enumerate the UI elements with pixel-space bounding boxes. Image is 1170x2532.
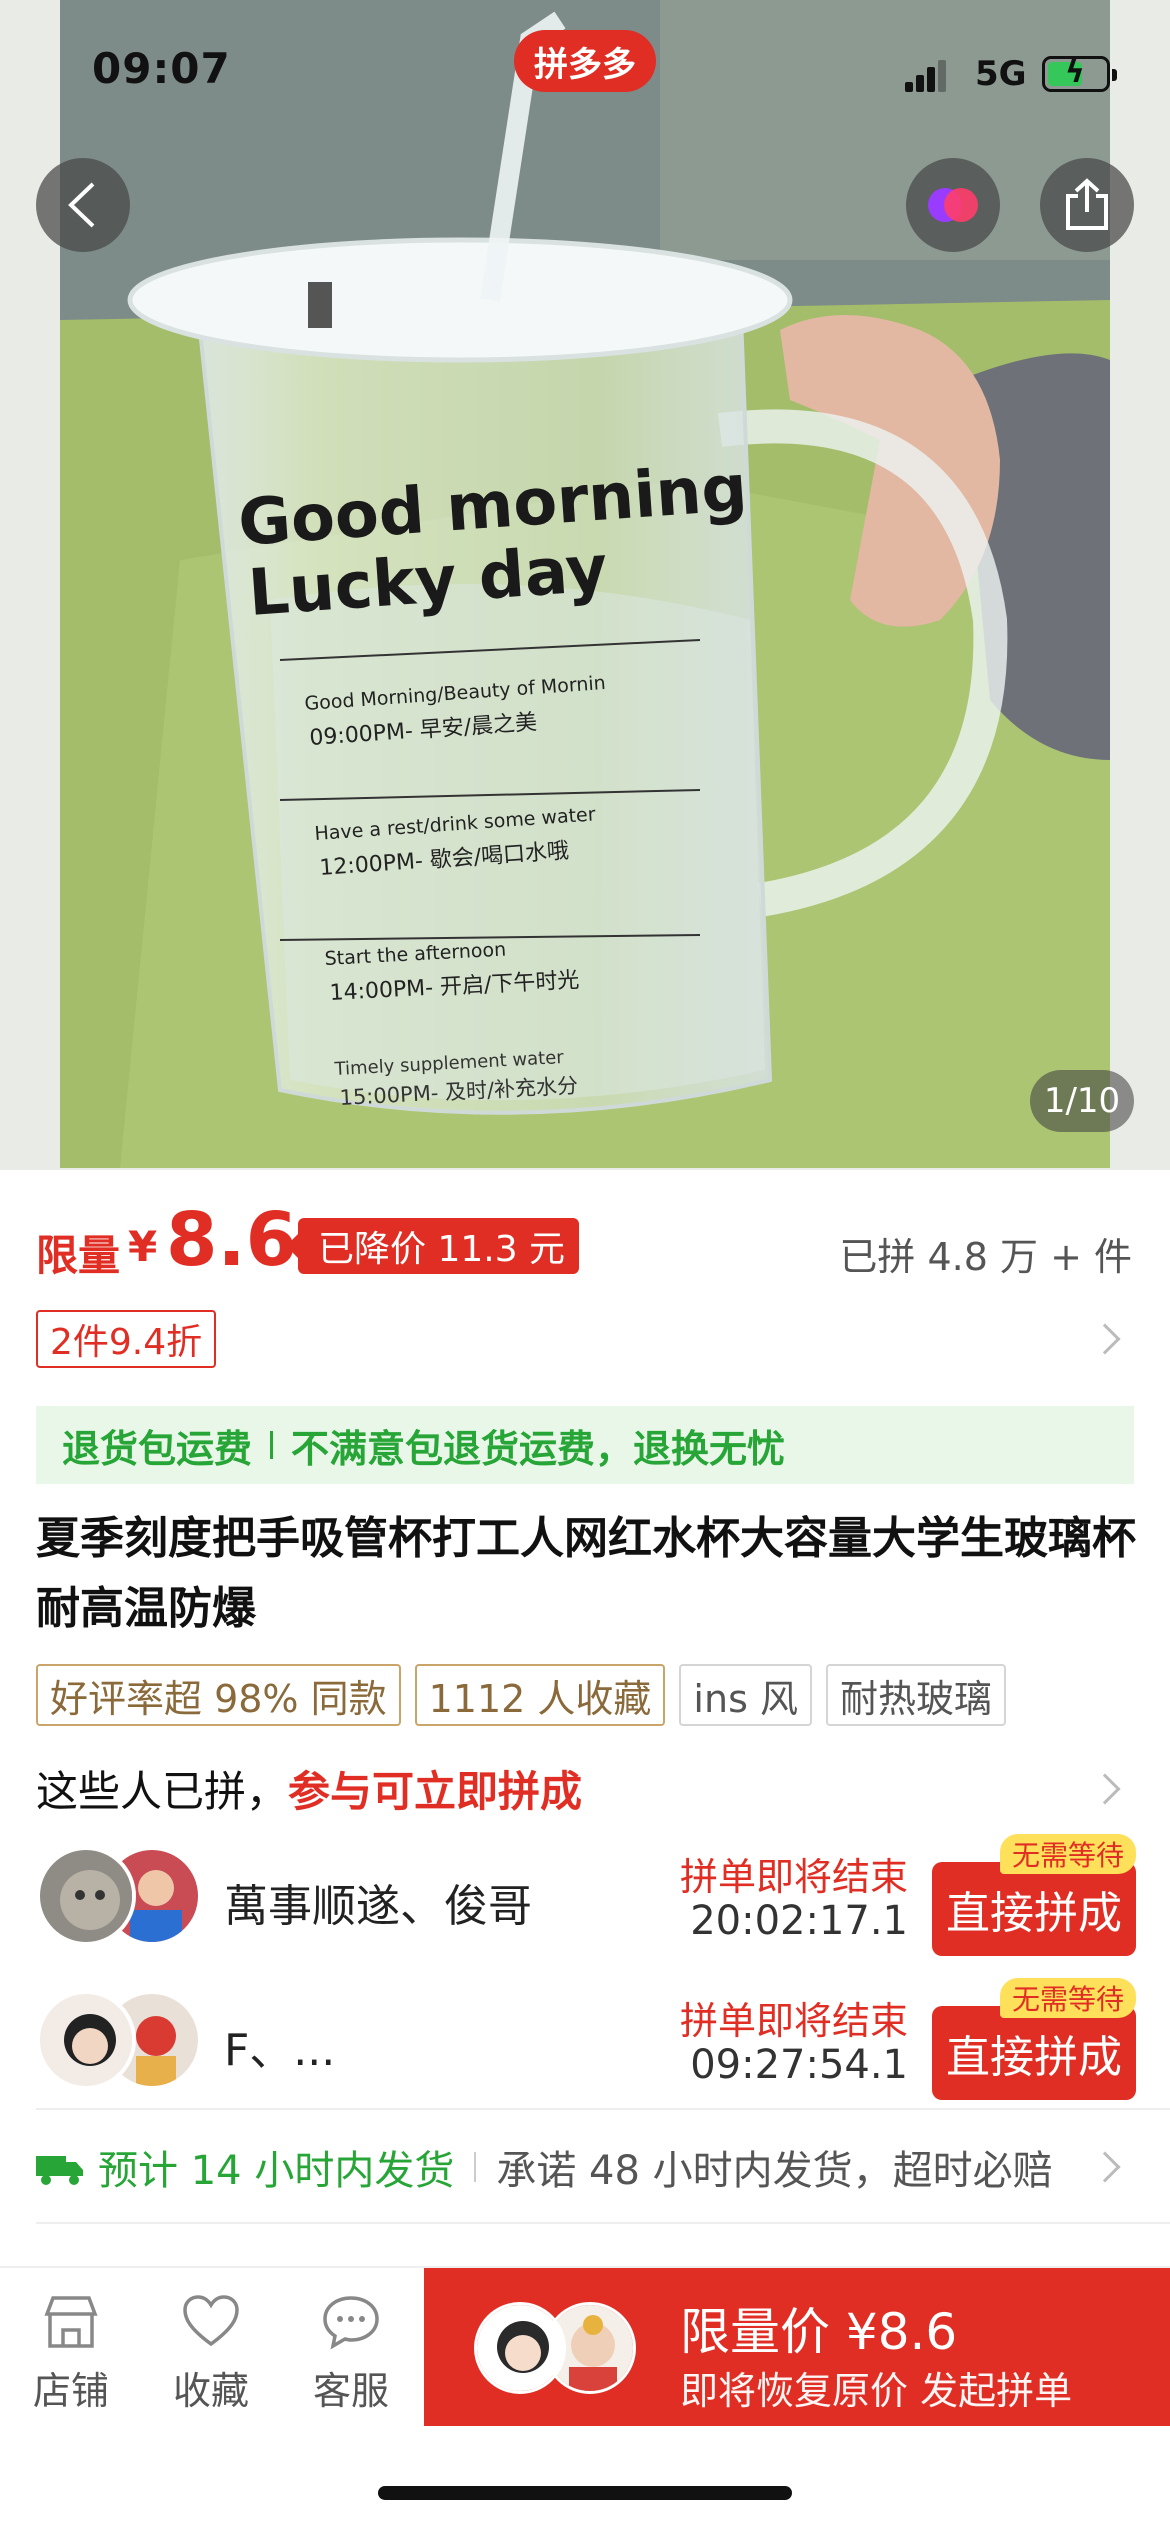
product-image-carousel[interactable]: Good morning Lucky day Good Morning/Beau…: [0, 0, 1170, 1170]
guarantee-separator: [270, 1431, 274, 1459]
limited-label: 限量: [36, 1231, 121, 1280]
service-label: 客服: [312, 2369, 389, 2413]
shipping-estimate: 预计 14 小时内发货: [98, 2148, 455, 2194]
buyer-avatars: [474, 2302, 664, 2398]
group-buy-heading: 这些人已拼，: [36, 1767, 289, 1816]
heart-icon: [181, 2294, 241, 2350]
shipping-separator: [474, 2152, 477, 2182]
back-button[interactable]: [36, 158, 130, 252]
join-group-button[interactable]: 直接拼成: [932, 1862, 1136, 1956]
shipping-row[interactable]: 预计 14 小时内发货 承诺 48 小时内发货，超时必赔: [36, 2130, 1136, 2204]
current-price: 8.6: [166, 1197, 298, 1283]
group-countdown: 20:02:17.1: [690, 1898, 908, 1944]
tag-favorites: 1112 人收藏: [414, 1664, 666, 1726]
group-member-names: 萬事顺遂、俊哥: [224, 1881, 532, 1932]
price-row: 限量 ¥ 8.6 已降价 11.3 元 已拼 4.8 万 + 件: [36, 1200, 1136, 1280]
avatar: [36, 1846, 136, 1946]
group-avatars: [36, 1846, 206, 1946]
sold-count: 已拼 4.8 万 + 件: [839, 1235, 1132, 1279]
guarantee-title: 退货包运费: [62, 1426, 253, 1471]
truck-icon: [36, 2150, 84, 2185]
group-buy-row: F、... 拼单即将结束 09:27:54.1 直接拼成 无需等待: [36, 1978, 1136, 2100]
no-wait-badge: 无需等待: [999, 1978, 1136, 2018]
product-title: 夏季刻度把手吸管杯打工人网红水杯大容量大学生玻璃杯耐高温防爆: [36, 1513, 1136, 1634]
discount-row[interactable]: 2件9.4折: [36, 1310, 1136, 1370]
group-buy-row: 萬事顺遂、俊哥 拼单即将结束 20:02:17.1 直接拼成 无需等待: [36, 1834, 1136, 1956]
status-bar: 09:07 拼多多 5G ϟ: [0, 0, 1170, 150]
currency-symbol: ¥: [128, 1222, 158, 1271]
avatar: [474, 2302, 566, 2394]
join-group-button[interactable]: 直接拼成: [932, 2006, 1136, 2100]
home-indicator: [378, 2486, 792, 2500]
chat-icon: [321, 2294, 381, 2350]
start-group-buy-button[interactable]: 限量价 ¥8.6 即将恢复原价 发起拼单: [424, 2268, 1170, 2426]
battery-icon: ϟ: [1042, 55, 1117, 92]
shop-label: 店铺: [32, 2369, 109, 2413]
group-countdown: 09:27:54.1: [690, 2042, 908, 2088]
shop-icon: [41, 2294, 101, 2350]
group-ending-label: 拼单即将结束: [679, 1999, 908, 2043]
network-type: 5G: [975, 54, 1027, 94]
share-button[interactable]: [1040, 158, 1134, 252]
shipping-promise: 承诺 48 小时内发货，超时必赔: [496, 2148, 1053, 2194]
group-buy-header[interactable]: 这些人已拼，参与可立即拼成: [36, 1758, 1136, 1818]
no-wait-badge: 无需等待: [999, 1834, 1136, 1874]
chevron-right-icon: [1089, 1323, 1121, 1355]
product-tags: 好评率超 98% 同款 1112 人收藏 ins 风 耐热玻璃: [36, 1664, 1020, 1726]
avatar: [36, 1990, 136, 2090]
favorite-button[interactable]: 收藏: [156, 2294, 266, 2424]
group-avatars: [36, 1990, 206, 2090]
divider: [36, 2222, 1170, 2224]
mini-program-button[interactable]: [906, 158, 1000, 252]
brand-logo: 拼多多: [514, 30, 656, 92]
favorite-label: 收藏: [172, 2369, 249, 2413]
guarantee-detail: 不满意包退货运费，退换无忧: [291, 1426, 786, 1471]
return-shipping-guarantee[interactable]: 退货包运费 不满意包退货运费，退换无忧: [36, 1406, 1134, 1484]
chevron-right-icon: [1089, 2151, 1121, 2183]
buy-button-price: 限量价 ¥8.6: [680, 2303, 958, 2361]
chevron-right-icon: [1089, 1773, 1121, 1805]
signal-icon: [905, 58, 946, 92]
tag-material: 耐热玻璃: [825, 1664, 1006, 1726]
image-page-counter: 1/10: [1030, 1070, 1134, 1132]
share-icon: [1066, 178, 1108, 230]
group-buy-highlight: 参与可立即拼成: [288, 1767, 583, 1816]
divider: [36, 2108, 1170, 2110]
group-ending-label: 拼单即将结束: [679, 1855, 908, 1899]
mini-program-icon: [928, 188, 978, 222]
tag-rating: 好评率超 98% 同款: [36, 1664, 401, 1726]
multi-buy-discount-tag: 2件9.4折: [36, 1310, 217, 1368]
buy-button-subtitle: 即将恢复原价 发起拼单: [680, 2369, 1073, 2413]
price-drop-tag: 已降价 11.3 元: [285, 1218, 580, 1274]
shop-button[interactable]: 店铺: [16, 2294, 126, 2424]
group-member-names: F、...: [224, 2025, 336, 2076]
back-icon: [68, 182, 95, 228]
customer-service-button[interactable]: 客服: [296, 2294, 406, 2424]
status-time: 09:07: [92, 44, 231, 93]
tag-style: ins 风: [679, 1664, 812, 1726]
